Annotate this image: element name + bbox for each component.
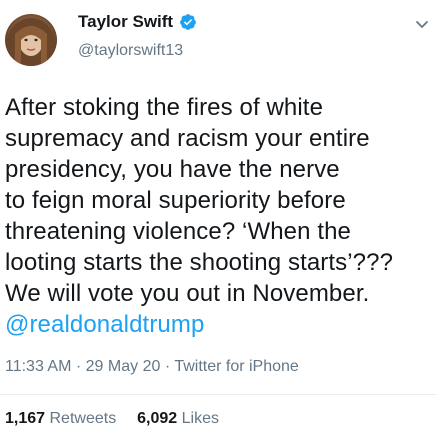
divider: [0, 394, 436, 395]
tweet-meta: 11:33 AM · 29 May 20 · Twitter for iPhon…: [5, 358, 299, 376]
display-name[interactable]: Taylor Swift: [78, 12, 173, 32]
tweet-time[interactable]: 11:33 AM: [5, 358, 71, 375]
tweet-text-line: looting starts the shooting starts’???: [5, 249, 394, 276]
verified-badge-icon: [180, 14, 196, 30]
retweets-label: Retweets: [49, 410, 117, 427]
tweet-card: Taylor Swift @taylorswift13 After stokin…: [0, 0, 436, 438]
likes-count: 6,092: [137, 410, 178, 427]
mention-link[interactable]: @realdonaldtrump: [5, 309, 435, 340]
tweet-text: After stoking the fires of white suprema…: [5, 92, 435, 340]
avatar[interactable]: [5, 14, 57, 66]
likes-label: Likes: [181, 410, 219, 427]
tweet-text-line: After stoking the fires of white: [5, 94, 324, 121]
likes-stat[interactable]: 6,092 Likes: [137, 410, 219, 427]
profile-photo-icon: [7, 18, 55, 66]
tweet-text-line: supremacy and racism your entire: [5, 125, 370, 152]
tweet-text-line: to feign moral superiority before: [5, 187, 346, 214]
retweets-stat[interactable]: 1,167 Retweets: [5, 410, 121, 427]
author-name-row[interactable]: Taylor Swift: [78, 10, 197, 34]
meta-separator: ·: [75, 358, 82, 375]
tweet-date[interactable]: 29 May 20: [86, 358, 161, 375]
retweets-count: 1,167: [5, 410, 46, 427]
meta-separator: ·: [164, 358, 171, 375]
tweet-stats: 1,167 Retweets 6,092 Likes: [5, 410, 219, 428]
tweet-text-line: presidency, you have the nerve: [5, 156, 340, 183]
tweet-source[interactable]: Twitter for iPhone: [174, 358, 299, 375]
tweet-text-line: threatening violence? ‘When the: [5, 218, 351, 245]
author-handle[interactable]: @taylorswift13: [78, 42, 183, 60]
tweet-text-line: We will vote you out in November.: [5, 280, 370, 307]
chevron-down-icon[interactable]: [414, 16, 430, 32]
